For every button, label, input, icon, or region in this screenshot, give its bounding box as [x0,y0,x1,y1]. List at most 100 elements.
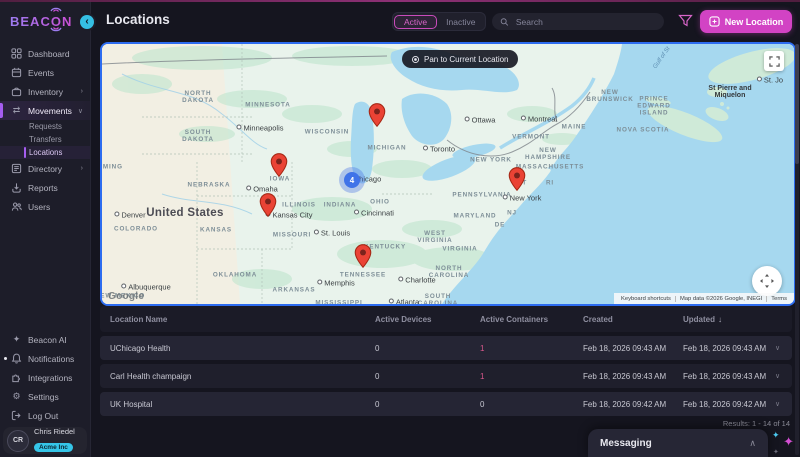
row-expand-icon[interactable]: ∨ [775,400,792,408]
col-created: Created [583,314,613,324]
map-marker-pin[interactable] [508,167,526,196]
pan-to-current-location-button[interactable]: Pan to Current Location [402,50,518,68]
fullscreen-button[interactable] [764,51,784,71]
messaging-panel[interactable]: Messaging ∧ [588,429,768,457]
plus-square-icon [709,16,720,27]
cell-active-devices: 0 [375,343,380,353]
sidebar-item-movements[interactable]: ⇄ Movements ∨ [0,101,90,120]
results-count: Results: 1 - 14 of 14 [722,419,790,428]
sidebar-item-label: Reports [28,182,58,193]
map-label-city: Charlotte [398,276,435,285]
fullscreen-icon [768,55,780,67]
notification-dot [4,357,7,360]
map-label-city: Ottawa [465,116,496,125]
map-cluster[interactable]: 4 [339,167,365,193]
list-icon [11,163,22,174]
top-accent-line [0,0,800,2]
scrollbar-thumb[interactable] [795,44,799,164]
chevron-down-icon: ∨ [77,107,83,115]
sidebar-item-directory[interactable]: Directory › [0,159,90,178]
sidebar-item-label: Directory [28,163,63,174]
table-row[interactable]: Carl Health champaign 0 1 Feb 18, 2026 09:4… [100,364,792,388]
pan-control-button[interactable] [752,266,782,296]
map-marker-pin[interactable] [259,193,277,222]
map-label-state: MICHIGAN [367,144,407,152]
user-card[interactable]: CR Chris Riedel Acme Inc [3,427,87,454]
cell-location-name: UChicago Health [110,343,171,353]
sidebar-subitem-requests[interactable]: Requests [0,120,90,133]
map-label-state: MASSACHUSETTS [515,163,585,171]
user-name: Chris Riedel [34,427,75,436]
sidebar-item-events[interactable]: Events [0,63,90,82]
messaging-title: Messaging [600,437,652,449]
table-header: Location Name Active Devices Active Cont… [100,306,792,332]
page-scrollbar[interactable] [795,44,799,455]
sidebar-collapse-button[interactable]: ‹ [80,15,94,29]
filter-active-button[interactable]: Active [394,14,438,29]
avatar: CR [7,429,29,452]
table-row[interactable]: UChicago Health 0 1 Feb 18, 2026 09:43 AM Fe… [100,336,792,360]
map-label-state: WISCONSIN [304,128,350,136]
sidebar-item-dashboard[interactable]: Dashboard [0,44,90,63]
locations-table: Location Name Active Devices Active Cont… [100,306,792,428]
calendar-icon [11,67,22,78]
map-label-territory: St Pierre and Miquelon [708,85,752,99]
map-label-state: RI [545,179,555,187]
map-canvas[interactable]: NORTH DAKOTA SOUTH DAKOTA MINNESOTA WISCONS… [100,42,796,306]
sidebar-subitem-label: Locations [29,148,63,157]
sidebar-item-reports[interactable]: Reports [0,178,90,197]
map-marker-pin[interactable] [270,153,288,182]
chevron-right-icon: › [80,88,83,95]
sidebar-item-label: Events [28,67,54,78]
map-label-city: St. Jo [757,76,783,85]
cell-created: Feb 18, 2026 09:42 AM [583,399,667,409]
map-label-city: Toronto [423,145,455,154]
map-marker-pin[interactable] [368,103,386,132]
map-data-label: Map data ©2026 Google, INEGI [674,295,766,302]
row-expand-icon[interactable]: ∨ [775,372,792,380]
ai-assistant-button[interactable]: ✦ ✦ ✦ [770,430,796,456]
users-icon [11,201,22,212]
map-label-state: NORTH DAKOTA [182,90,214,104]
sparkle-icon: ✦ [773,449,779,456]
map-label-state: OHIO [370,198,390,206]
chevron-right-icon: › [80,165,83,172]
sidebar-item-notifications[interactable]: Notifications [0,349,90,368]
sidebar-item-integrations[interactable]: Integrations [0,368,90,387]
chevron-up-icon: ∧ [749,437,756,448]
sidebar-item-users[interactable]: Users [0,197,90,216]
map-label-state: SOUTH CAROLINA [417,293,459,306]
map-label-state: WYOMING [102,163,123,171]
search-icon [500,17,509,26]
google-watermark: Google [108,291,145,302]
cell-active-devices: 0 [375,399,380,409]
map-marker-pin[interactable] [354,244,372,273]
table-row[interactable]: UK Hospital 0 0 Feb 18, 2026 09:42 AM Feb 18… [100,392,792,416]
terms-link[interactable]: Terms [766,295,791,302]
sidebar-subitem-locations[interactable]: Locations [0,146,90,159]
search-input[interactable] [513,15,656,28]
sidebar-item-inventory[interactable]: Inventory › [0,82,90,101]
grid-icon [11,48,22,59]
status-filter-toggle: Active Inactive [392,12,487,31]
sidebar-item-logout[interactable]: Log Out [0,406,90,425]
sort-desc-icon: ↓ [718,314,722,324]
sidebar-subitem-transfers[interactable]: Transfers [0,133,90,146]
sidebar-item-settings[interactable]: ⚙ Settings [0,387,90,406]
gear-icon: ⚙ [12,391,21,401]
new-location-button[interactable]: New Location [700,10,792,33]
puzzle-icon [11,372,22,383]
map-label-state: SOUTH DAKOTA [182,129,214,143]
filter-inactive-button[interactable]: Inactive [437,16,484,28]
col-updated[interactable]: Updated ↓ [683,315,775,324]
map-label-state: VERMONT [512,133,550,141]
row-expand-icon[interactable]: ∨ [775,344,792,352]
bag-icon [11,86,22,97]
sidebar-item-beacon-ai[interactable]: ✦ Beacon AI [0,330,90,349]
map-label-state: NEW BRUNSWICK [586,89,634,103]
filter-funnel-icon[interactable] [678,14,693,28]
keyboard-shortcuts-link[interactable]: Keyboard shortcuts [617,296,675,302]
map-label-state: NOVA SCOTIA [616,126,670,134]
cell-updated: Feb 18, 2026 09:43 AM [683,343,767,353]
sidebar-item-label: Log Out [28,410,59,421]
